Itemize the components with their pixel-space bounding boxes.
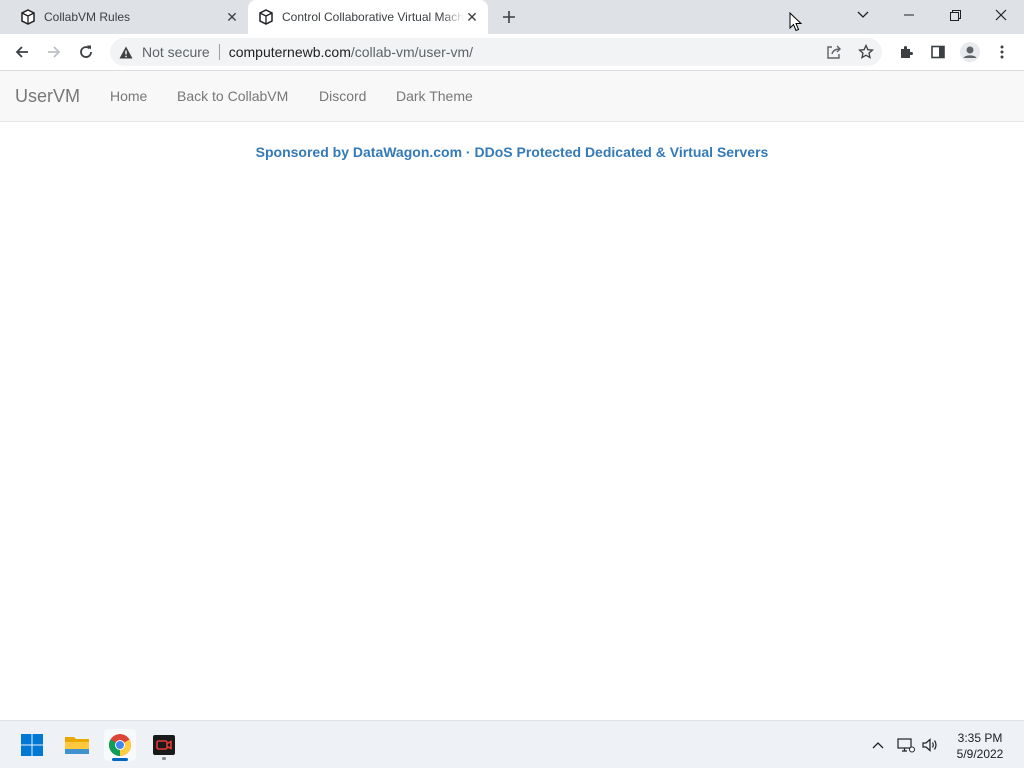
nav-link-discord[interactable]: Discord [319, 88, 366, 104]
nav-link-dark-theme[interactable]: Dark Theme [396, 88, 473, 104]
url-text[interactable]: computernewb.com/collab-vm/user-vm/ [229, 44, 473, 60]
bookmark-star-icon[interactable] [858, 44, 874, 60]
menu-kebab-icon[interactable] [988, 38, 1016, 66]
active-app-indicator [112, 758, 128, 761]
tab-control-collaborative[interactable]: Control Collaborative Virtual Machines ✕ [248, 0, 488, 34]
tab-collabvm-rules[interactable]: CollabVM Rules ✕ [12, 0, 248, 34]
running-app-indicator [162, 757, 166, 760]
close-tab-icon[interactable]: ✕ [224, 9, 240, 25]
tab-search-chevron-down-icon[interactable] [840, 0, 886, 30]
browser-toolbar: Not secure computernewb.com/collab-vm/us… [0, 34, 1024, 71]
extensions-puzzle-icon[interactable] [892, 38, 920, 66]
volume-icon[interactable] [920, 735, 940, 755]
system-clock[interactable]: 3:35 PM 5/9/2022 [946, 730, 1014, 762]
mouse-pointer-icon [789, 11, 803, 37]
forward-arrow-icon[interactable] [40, 38, 68, 66]
recorder-icon[interactable] [148, 729, 180, 761]
file-explorer-icon[interactable] [61, 729, 93, 761]
tab-title: CollabVM Rules [44, 10, 131, 24]
nav-link-back-to-collabvm[interactable]: Back to CollabVM [177, 88, 288, 104]
taskbar: 3:35 PM 5/9/2022 [0, 720, 1024, 768]
tab-title: Control Collaborative Virtual Machines [282, 10, 464, 24]
share-icon[interactable] [826, 44, 842, 60]
url-path: /collab-vm/user-vm/ [350, 44, 474, 60]
clock-time: 3:35 PM [957, 731, 1003, 745]
new-tab-button[interactable] [498, 6, 520, 28]
nav-link-home[interactable]: Home [110, 88, 147, 104]
clock-date: 5/9/2022 [956, 747, 1004, 761]
collabvm-favicon-icon [20, 9, 36, 25]
back-arrow-icon[interactable] [8, 38, 36, 66]
close-window-button[interactable] [978, 0, 1024, 30]
side-panel-icon[interactable] [924, 38, 952, 66]
restore-button[interactable] [932, 0, 978, 30]
reload-icon[interactable] [72, 38, 100, 66]
close-tab-icon[interactable]: ✕ [464, 9, 480, 25]
not-secure-warning-icon[interactable] [118, 44, 134, 60]
network-icon[interactable] [896, 735, 916, 755]
profile-avatar-icon[interactable] [956, 38, 984, 66]
start-icon[interactable] [16, 729, 48, 761]
navbar-brand[interactable]: UserVM [15, 86, 80, 107]
show-hidden-icons-chevron-up-icon[interactable] [868, 735, 888, 755]
chrome-icon[interactable] [104, 729, 136, 761]
url-host: computernewb.com [228, 44, 351, 60]
collabvm-favicon-icon [258, 9, 274, 25]
minimize-button[interactable] [886, 0, 932, 30]
address-separator [218, 44, 220, 60]
address-bar[interactable]: Not secure computernewb.com/collab-vm/us… [110, 38, 882, 66]
sponsor-link[interactable]: Sponsored by DataWagon.com · DDoS Protec… [0, 144, 1024, 160]
security-status-label[interactable]: Not secure [142, 44, 210, 60]
site-navbar: UserVM Home Back to CollabVM Discord Dar… [0, 71, 1024, 122]
tab-strip: CollabVM Rules ✕ Control Collaborative V… [0, 0, 1024, 34]
